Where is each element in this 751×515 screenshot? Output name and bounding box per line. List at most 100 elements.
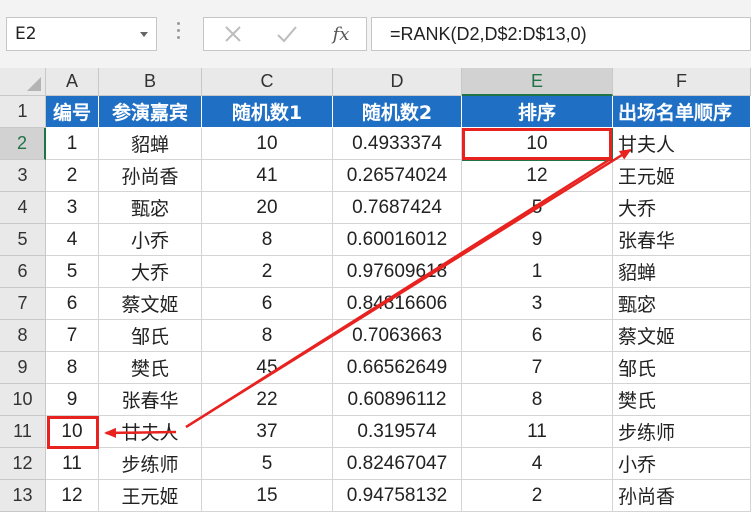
insert-function-icon[interactable]: fx (316, 18, 366, 50)
cell-guest[interactable]: 甄宓 (99, 192, 202, 224)
cell-guest[interactable]: 王元姬 (99, 480, 202, 512)
cell-rand2[interactable]: 0.319574 (333, 416, 462, 448)
chevron-down-icon[interactable] (140, 32, 148, 37)
header-cell-order[interactable]: 出场名单顺序 (613, 96, 751, 128)
cell-order[interactable]: 张春华 (613, 224, 751, 256)
cell-guest[interactable]: 大乔 (99, 256, 202, 288)
cell-order[interactable]: 孙尚香 (613, 480, 751, 512)
cell-guest[interactable]: 甘夫人 (99, 416, 202, 448)
row-header-5[interactable]: 5 (0, 224, 46, 256)
row-header-4[interactable]: 4 (0, 192, 46, 224)
cell-id[interactable]: 2 (46, 160, 99, 192)
cell-id[interactable]: 6 (46, 288, 99, 320)
cell-rank[interactable]: 8 (462, 384, 613, 416)
cell-order[interactable]: 小乔 (613, 448, 751, 480)
cell-order[interactable]: 蔡文姬 (613, 320, 751, 352)
formula-input[interactable]: =RANK(D2,D$2:D$13,0) (371, 17, 751, 51)
cell-rand2[interactable]: 0.94758132 (333, 480, 462, 512)
row-header-13[interactable]: 13 (0, 480, 46, 512)
cancel-icon[interactable] (208, 18, 258, 50)
cell-rand1[interactable]: 15 (202, 480, 333, 512)
row-header-12[interactable]: 12 (0, 448, 46, 480)
cell-rank[interactable]: 11 (462, 416, 613, 448)
column-header-b[interactable]: B (99, 68, 202, 96)
cell-rand2[interactable]: 0.4933374 (333, 128, 462, 160)
row-header-2[interactable]: 2 (0, 128, 46, 160)
cell-rand2[interactable]: 0.97609618 (333, 256, 462, 288)
cell-rand1[interactable]: 37 (202, 416, 333, 448)
cell-rank[interactable]: 6 (462, 320, 613, 352)
cell-order[interactable]: 王元姬 (613, 160, 751, 192)
cell-id[interactable]: 1 (46, 128, 99, 160)
cell-guest[interactable]: 孙尚香 (99, 160, 202, 192)
check-icon[interactable] (262, 18, 312, 50)
cell-id[interactable]: 11 (46, 448, 99, 480)
column-header-f[interactable]: F (613, 68, 751, 96)
cell-rand1[interactable]: 6 (202, 288, 333, 320)
row-header-8[interactable]: 8 (0, 320, 46, 352)
cell-rand2[interactable]: 0.66562649 (333, 352, 462, 384)
cell-rank[interactable]: 5 (462, 192, 613, 224)
cell-rank[interactable]: 9 (462, 224, 613, 256)
cell-guest[interactable]: 樊氏 (99, 352, 202, 384)
cell-id[interactable]: 5 (46, 256, 99, 288)
cell-rand2[interactable]: 0.7687424 (333, 192, 462, 224)
cell-id[interactable]: 3 (46, 192, 99, 224)
column-header-e[interactable]: E (462, 68, 613, 96)
cell-id[interactable]: 9 (46, 384, 99, 416)
row-header-6[interactable]: 6 (0, 256, 46, 288)
cell-rand1[interactable]: 45 (202, 352, 333, 384)
cell-rand1[interactable]: 8 (202, 320, 333, 352)
cell-rank[interactable]: 4 (462, 448, 613, 480)
cell-rand2[interactable]: 0.7063663 (333, 320, 462, 352)
row-header-9[interactable]: 9 (0, 352, 46, 384)
cell-rank[interactable]: 3 (462, 288, 613, 320)
cell-guest[interactable]: 邹氏 (99, 320, 202, 352)
row-header-10[interactable]: 10 (0, 384, 46, 416)
header-cell-id[interactable]: 编号 (46, 96, 99, 128)
row-header-1[interactable]: 1 (0, 96, 46, 128)
header-cell-guest[interactable]: 参演嘉宾 (99, 96, 202, 128)
column-header-a[interactable]: A (46, 68, 99, 96)
cell-id[interactable]: 12 (46, 480, 99, 512)
cell-id[interactable]: 7 (46, 320, 99, 352)
cell-guest[interactable]: 貂蝉 (99, 128, 202, 160)
cell-rank[interactable]: 2 (462, 480, 613, 512)
cell-guest[interactable]: 小乔 (99, 224, 202, 256)
cell-rand1[interactable]: 41 (202, 160, 333, 192)
cell-id[interactable]: 4 (46, 224, 99, 256)
cell-guest[interactable]: 步练师 (99, 448, 202, 480)
cell-order[interactable]: 甄宓 (613, 288, 751, 320)
cell-rand1[interactable]: 10 (202, 128, 333, 160)
grip-handle-icon[interactable] (177, 22, 181, 46)
cell-order[interactable]: 貂蝉 (613, 256, 751, 288)
cell-id[interactable]: 10 (46, 416, 99, 448)
cell-rank[interactable]: 1 (462, 256, 613, 288)
cell-rand2[interactable]: 0.60016012 (333, 224, 462, 256)
cell-order[interactable]: 甘夫人 (613, 128, 751, 160)
name-box[interactable]: E2 (6, 17, 157, 51)
cell-id[interactable]: 8 (46, 352, 99, 384)
cell-order[interactable]: 邹氏 (613, 352, 751, 384)
row-header-7[interactable]: 7 (0, 288, 46, 320)
select-all-corner[interactable] (0, 68, 46, 96)
header-cell-rank[interactable]: 排序 (462, 96, 613, 128)
cell-rank[interactable]: 12 (462, 160, 613, 192)
cell-guest[interactable]: 张春华 (99, 384, 202, 416)
row-header-11[interactable]: 11 (0, 416, 46, 448)
cell-rand1[interactable]: 2 (202, 256, 333, 288)
cell-rank[interactable]: 10 (462, 128, 613, 160)
cell-rand2[interactable]: 0.60896112 (333, 384, 462, 416)
cell-order[interactable]: 步练师 (613, 416, 751, 448)
cell-rand2[interactable]: 0.26574024 (333, 160, 462, 192)
cell-order[interactable]: 大乔 (613, 192, 751, 224)
cell-rand2[interactable]: 0.84816606 (333, 288, 462, 320)
cell-guest[interactable]: 蔡文姬 (99, 288, 202, 320)
header-cell-rand1[interactable]: 随机数1 (202, 96, 333, 128)
cell-rand2[interactable]: 0.82467047 (333, 448, 462, 480)
cell-rand1[interactable]: 8 (202, 224, 333, 256)
cell-rand1[interactable]: 5 (202, 448, 333, 480)
cell-rank[interactable]: 7 (462, 352, 613, 384)
column-header-c[interactable]: C (202, 68, 333, 96)
header-cell-rand2[interactable]: 随机数2 (333, 96, 462, 128)
